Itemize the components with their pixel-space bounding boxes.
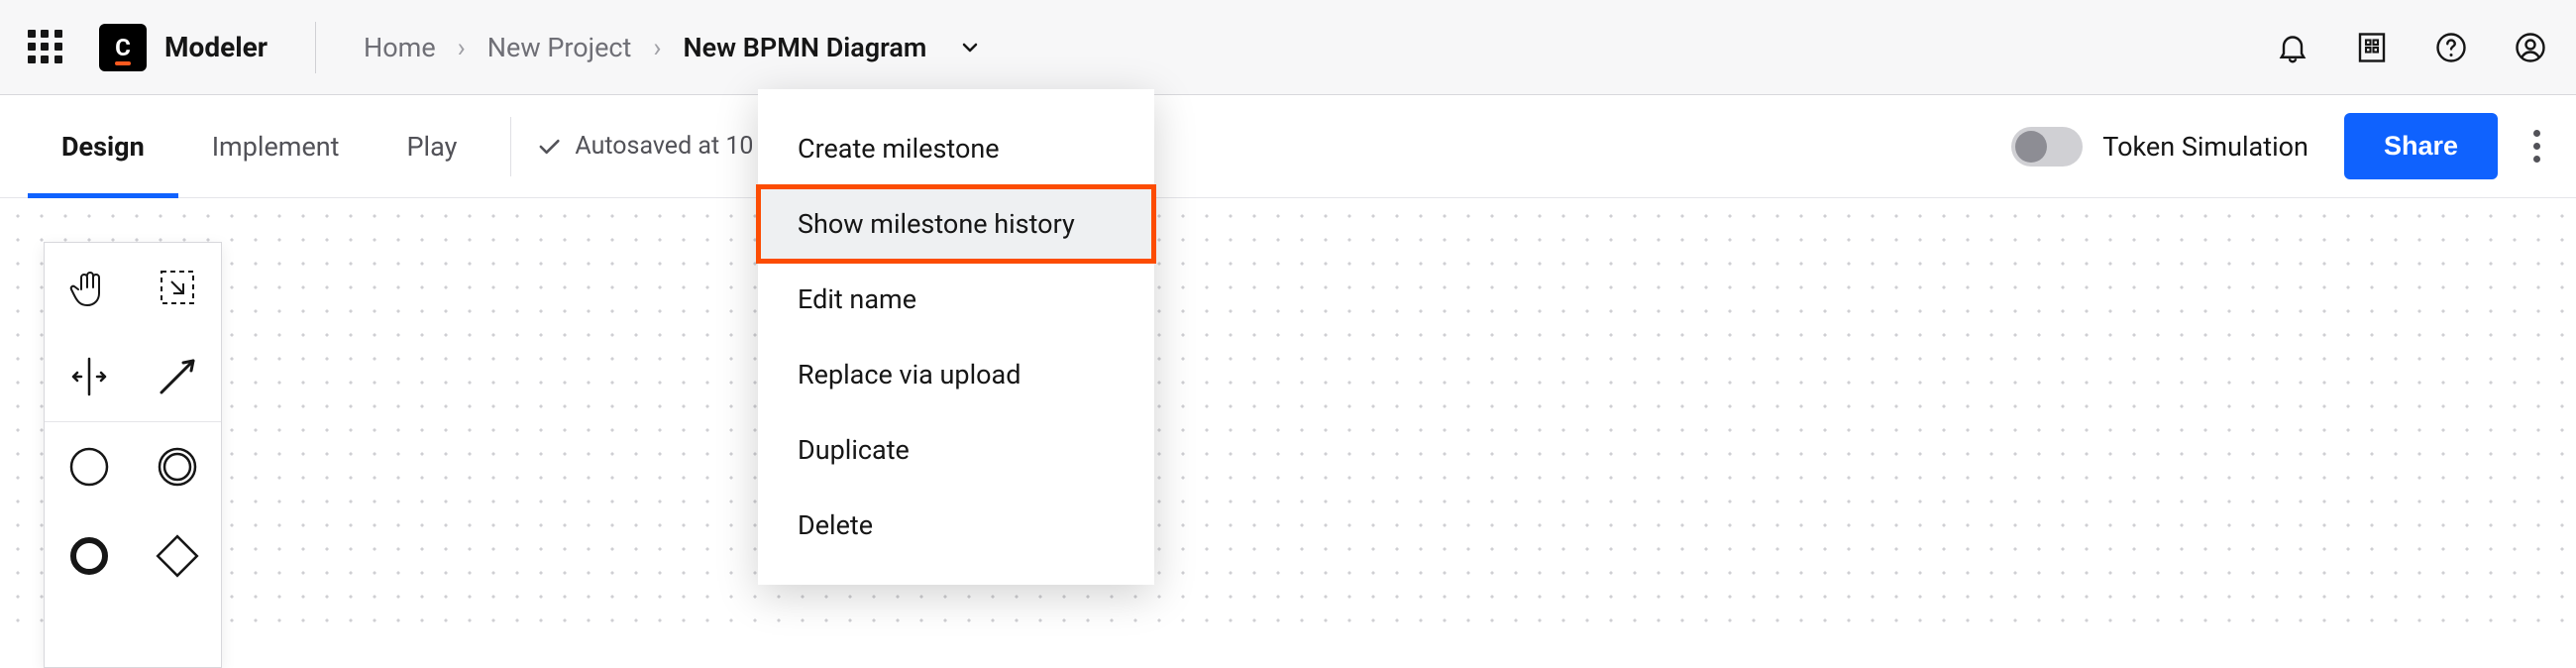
organization-icon[interactable] <box>2354 30 2390 65</box>
menu-item-duplicate[interactable]: Duplicate <box>758 412 1154 488</box>
palette-end-event[interactable] <box>45 511 133 601</box>
chevron-right-icon: › <box>458 32 466 63</box>
palette-intermediate-event[interactable] <box>133 422 221 511</box>
connect-arrow-icon <box>154 353 201 400</box>
palette-connect-tool[interactable] <box>133 332 221 421</box>
app-header: C Modeler Home › New Project › New BPMN … <box>0 0 2576 95</box>
user-icon[interactable] <box>2513 30 2548 65</box>
gateway-icon <box>154 532 201 580</box>
bpmn-palette <box>44 242 222 668</box>
space-tool-icon <box>65 353 113 400</box>
chevron-down-icon <box>958 36 982 59</box>
menu-item-delete[interactable]: Delete <box>758 488 1154 563</box>
start-event-icon <box>65 443 113 491</box>
token-simulation-toggle[interactable]: Token Simulation <box>2011 127 2308 167</box>
share-button[interactable]: Share <box>2344 113 2498 179</box>
apps-launcher-icon[interactable] <box>28 30 63 65</box>
bell-icon[interactable] <box>2275 30 2310 65</box>
breadcrumb-home[interactable]: Home <box>364 32 436 63</box>
palette-lasso-tool[interactable] <box>133 243 221 332</box>
palette-space-tool[interactable] <box>45 332 133 421</box>
palette-gateway[interactable] <box>133 511 221 601</box>
overflow-menu-button[interactable] <box>2525 122 2548 170</box>
menu-item-create-milestone[interactable]: Create milestone <box>758 111 1154 186</box>
breadcrumb: Home › New Project › New BPMN Diagram <box>364 32 982 63</box>
tabs: Design Implement Play <box>28 95 490 197</box>
brand: C Modeler <box>99 24 268 71</box>
breadcrumb-dropdown-button[interactable] <box>958 36 982 59</box>
autosave-label: Autosaved at 10 <box>575 132 753 161</box>
help-icon[interactable] <box>2433 30 2469 65</box>
tab-implement[interactable]: Implement <box>178 95 374 197</box>
intermediate-event-icon <box>154 443 201 491</box>
tab-play[interactable]: Play <box>374 95 491 197</box>
breadcrumb-project[interactable]: New Project <box>487 32 632 63</box>
tabs-divider <box>510 117 511 176</box>
breadcrumb-current[interactable]: New BPMN Diagram <box>684 32 927 63</box>
menu-item-edit-name[interactable]: Edit name <box>758 262 1154 337</box>
breadcrumb-dropdown-menu: Create milestone Show milestone history … <box>758 89 1154 585</box>
diagram-canvas[interactable] <box>0 198 2576 633</box>
chevron-right-icon: › <box>653 32 661 63</box>
palette-start-event[interactable] <box>45 422 133 511</box>
token-simulation-label: Token Simulation <box>2102 131 2308 163</box>
toggle-knob <box>2015 131 2047 163</box>
tab-bar: Design Implement Play Autosaved at 10 To… <box>0 95 2576 198</box>
palette-hand-tool[interactable] <box>45 243 133 332</box>
lasso-icon <box>154 264 201 311</box>
check-icon <box>535 133 563 161</box>
menu-item-show-milestone-history[interactable]: Show milestone history <box>758 186 1154 262</box>
header-actions <box>2275 30 2548 65</box>
menu-item-replace-via-upload[interactable]: Replace via upload <box>758 337 1154 412</box>
toggle-switch[interactable] <box>2011 127 2083 167</box>
hand-icon <box>65 264 113 311</box>
autosave-status: Autosaved at 10 <box>535 132 753 161</box>
brand-name: Modeler <box>164 31 268 63</box>
end-event-icon <box>65 532 113 580</box>
tab-design[interactable]: Design <box>28 95 178 197</box>
header-divider <box>315 22 316 73</box>
brand-logo: C <box>99 24 147 71</box>
